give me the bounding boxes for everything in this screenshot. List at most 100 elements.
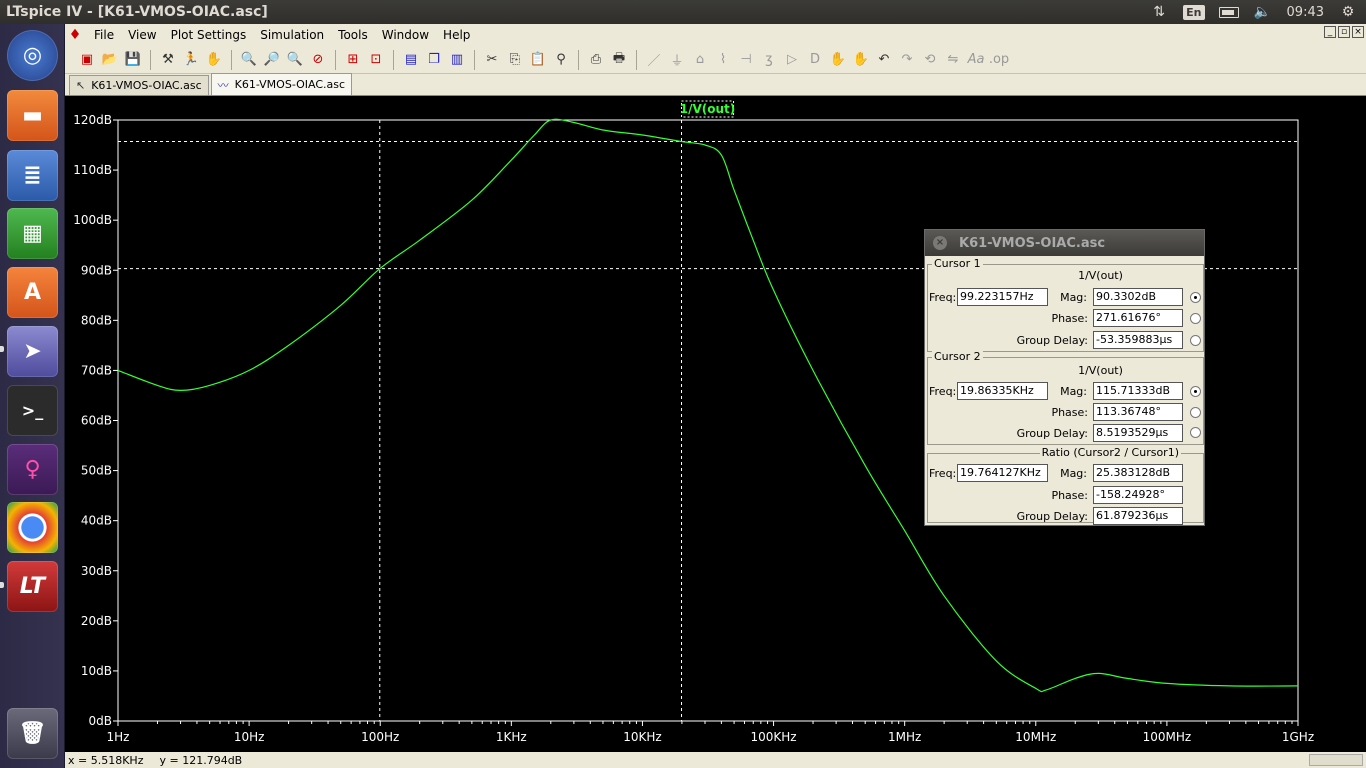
chrome-icon[interactable] [7, 502, 58, 553]
status-y: y = 121.794dB [159, 753, 243, 767]
terminal-icon[interactable]: >_ [7, 385, 58, 436]
ratio-group: Ratio (Cursor2 / Cursor1) Freq: 19.76412… [927, 446, 1204, 525]
ratio-freq-field[interactable]: 19.764127KHz [957, 464, 1048, 482]
tile-vertical-icon[interactable]: ▥ [447, 50, 467, 70]
print-icon[interactable]: 🖶 [609, 50, 629, 70]
cursor2-group-delay-field[interactable]: 8.5193529µs [1093, 424, 1183, 442]
zoom-in-icon[interactable]: 🔍 [239, 50, 259, 70]
clock[interactable]: 09:43 [1287, 5, 1324, 20]
paste-icon[interactable]: 📋 [528, 50, 548, 70]
y-tick-label: 110dB [73, 163, 112, 177]
cursor-dialog[interactable]: × K61-VMOS-OIAC.asc Cursor 1 1/V(out) Fr… [924, 229, 1205, 526]
menu-simulation[interactable]: Simulation [253, 24, 331, 46]
ratio-group-delay-field[interactable]: 61.879236µs [1093, 507, 1183, 525]
dialog-titlebar[interactable]: × K61-VMOS-OIAC.asc [925, 230, 1204, 256]
group-label: Ratio (Cursor2 / Cursor1) [1039, 446, 1181, 459]
move-hand-icon[interactable]: ✋ [828, 50, 848, 70]
capacitor-icon[interactable]: ⊣ [736, 50, 756, 70]
calc-icon[interactable]: ▦ [7, 208, 58, 259]
open-folder-icon[interactable]: 📂 [100, 50, 120, 70]
cursor2-mag-field[interactable]: 115.71333dB [1093, 382, 1183, 400]
menu-window[interactable]: Window [375, 24, 436, 46]
cursor2-freq-field[interactable]: 19.86335KHz [957, 382, 1048, 400]
cursor1-freq-field[interactable]: 99.223157Hz [957, 288, 1048, 306]
tab-waveform[interactable]: 〰 K61-VMOS-OIAC.asc [210, 73, 353, 95]
restore-icon[interactable]: ▫ [1338, 26, 1350, 38]
trace-label: 1/V(out) [1078, 364, 1123, 377]
menu-plot-settings[interactable]: Plot Settings [164, 24, 254, 46]
pan-hand-icon[interactable]: ✋ [204, 50, 224, 70]
tile-horizontal-icon[interactable]: ▤ [401, 50, 421, 70]
ratio-phase-field[interactable]: -158.24928° [1093, 486, 1183, 504]
print-preview-icon[interactable]: ⎙ [586, 50, 606, 70]
copy-icon[interactable]: ⎘ [505, 50, 525, 70]
close-icon[interactable]: × [933, 236, 947, 250]
drag-hand-icon[interactable]: ✋ [851, 50, 871, 70]
files-icon[interactable]: ▬ [7, 90, 58, 141]
ground-icon[interactable]: ⏚ [667, 50, 687, 70]
redo-icon[interactable]: ↷ [897, 50, 917, 70]
text-icon[interactable]: Aa [966, 50, 986, 70]
battery-icon[interactable] [1218, 4, 1239, 20]
cursor2-phase-field[interactable]: 113.36748° [1093, 403, 1183, 421]
minimize-icon[interactable]: _ [1324, 26, 1336, 38]
ratio-mag-field[interactable]: 25.383128dB [1093, 464, 1183, 482]
wire-icon[interactable]: ／ [644, 50, 664, 70]
menu-view[interactable]: View [121, 24, 163, 46]
x-tick-label: 100Hz [361, 730, 399, 744]
ubuntu-dash-icon[interactable]: ◎ [7, 30, 58, 81]
cursor2-phase-radio[interactable] [1190, 407, 1201, 418]
app-pink-icon[interactable]: ♀ [7, 444, 58, 495]
resistor-icon[interactable]: ⌇ [713, 50, 733, 70]
label-net-icon[interactable]: ⌂ [690, 50, 710, 70]
cursor1-phase-field[interactable]: 271.61676° [1093, 309, 1183, 327]
y-tick-label: 60dB [81, 414, 112, 428]
menu-help[interactable]: Help [436, 24, 477, 46]
zoom-cancel-icon[interactable]: ⊘ [308, 50, 328, 70]
writer-icon[interactable]: ≣ [7, 150, 58, 201]
ltspice-cursor-icon[interactable]: ➤ [7, 326, 58, 377]
new-schematic-icon[interactable]: ▣ [77, 50, 97, 70]
cursor1-phase-radio[interactable] [1190, 313, 1201, 324]
ltspice-app-icon[interactable]: ♦ [67, 27, 83, 43]
ltspice-logo-icon[interactable]: LT [7, 561, 58, 612]
control-panel-hammer-icon[interactable]: ⚒ [158, 50, 178, 70]
y-tick-label: 80dB [81, 313, 112, 327]
zoom-area-icon[interactable]: 🔎 [262, 50, 282, 70]
mirror-icon[interactable]: ⇋ [943, 50, 963, 70]
zoom-out-icon[interactable]: 🔍 [285, 50, 305, 70]
component-icon[interactable]: D [805, 50, 825, 70]
diode-icon[interactable]: ▷ [782, 50, 802, 70]
cut-icon[interactable]: ✂ [482, 50, 502, 70]
tab-schematic[interactable]: ↖ K61-VMOS-OIAC.asc [69, 75, 209, 95]
find-binoculars-icon[interactable]: ⚲ [551, 50, 571, 70]
software-center-icon[interactable]: A [7, 267, 58, 318]
volume-icon[interactable]: 🔈 [1253, 4, 1273, 20]
fit-icon[interactable]: ⊡ [366, 50, 386, 70]
trash-icon[interactable]: 🗑 [7, 708, 58, 759]
y-tick-label: 100dB [73, 213, 112, 227]
run-icon[interactable]: 🏃 [181, 50, 201, 70]
network-arrows-icon[interactable]: ⇅ [1149, 4, 1169, 20]
close-icon[interactable]: × [1352, 26, 1364, 38]
mag-label: Mag: [1060, 291, 1087, 304]
autorange-icon[interactable]: ⊞ [343, 50, 363, 70]
cursor2-group-delay-radio[interactable] [1190, 427, 1201, 438]
x-tick-label: 1GHz [1282, 730, 1314, 744]
menu-file[interactable]: File [87, 24, 121, 46]
rotate-icon[interactable]: ⟲ [920, 50, 940, 70]
cursor2-mag-radio[interactable] [1190, 386, 1201, 397]
cursor1-mag-field[interactable]: 90.3302dB [1093, 288, 1183, 306]
cursor1-mag-radio[interactable] [1190, 292, 1201, 303]
trace-title: 1/V(out) [680, 102, 736, 116]
power-gear-icon[interactable]: ⚙ [1338, 4, 1358, 20]
cursor1-group-delay-field[interactable]: -53.359883µs [1093, 331, 1183, 349]
spice-directive-icon[interactable]: .op [989, 50, 1009, 70]
cursor1-group-delay-radio[interactable] [1190, 335, 1201, 346]
undo-icon[interactable]: ↶ [874, 50, 894, 70]
cascade-icon[interactable]: ❐ [424, 50, 444, 70]
keyboard-indicator[interactable]: En [1183, 4, 1205, 20]
menu-tools[interactable]: Tools [331, 24, 375, 46]
save-icon[interactable]: 💾 [123, 50, 143, 70]
inductor-icon[interactable]: ʒ [759, 50, 779, 70]
